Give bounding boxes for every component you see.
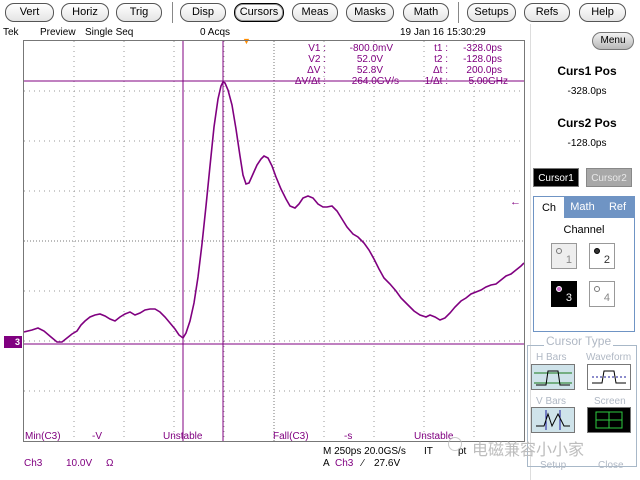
run-mode-label: Preview — [40, 27, 76, 38]
menu-separator — [458, 2, 459, 23]
menu-bar: Vert Horiz Trig Disp Cursors Meas Masks … — [0, 0, 640, 24]
t1-label: t1 : — [434, 43, 448, 54]
tab-ch[interactable]: Ch — [533, 196, 565, 218]
cursor1-button[interactable]: Cursor1 — [533, 168, 579, 187]
channel-2-indicator-icon — [594, 248, 600, 254]
dvdt-value: 264.0GV/s — [351, 76, 399, 87]
channel-2-button[interactable]: 2 — [589, 243, 615, 269]
dvdt-label: ΔV/Δt : — [294, 76, 326, 87]
dv-label: ΔV : — [307, 65, 326, 76]
inv-dt-value: 5.00GHz — [468, 76, 508, 87]
meas-min-state: Unstable — [163, 431, 203, 442]
menu-cursors[interactable]: Cursors — [234, 3, 284, 22]
v1-label: V1 : — [308, 43, 326, 54]
it-label: IT — [424, 446, 433, 457]
menu-separator — [172, 2, 173, 23]
trigger-level-arrow-icon: ← — [510, 196, 521, 208]
screen-button[interactable] — [587, 407, 631, 433]
ch3-ground-marker[interactable]: 3 — [4, 336, 22, 348]
curs2-pos-title: Curs2 Pos — [557, 116, 617, 130]
curs1-pos-value[interactable]: -328.0ps — [534, 86, 640, 97]
close-button[interactable]: Close — [598, 460, 624, 471]
t2-label: t2 : — [434, 54, 448, 65]
channel-label[interactable]: Ch3 — [24, 458, 42, 469]
channel-2-number: 2 — [603, 254, 610, 266]
waveform-display[interactable] — [23, 40, 525, 442]
trigger-level: 27.6V — [374, 458, 401, 469]
channel-4-indicator-icon — [594, 286, 600, 292]
cursor2-button[interactable]: Cursor2 — [586, 168, 632, 187]
channel-1-number: 1 — [565, 254, 572, 266]
acquisition-count: 0 Acqs — [200, 27, 231, 38]
trigger-slope-icon: ∕ — [362, 458, 364, 469]
menu-masks[interactable]: Masks — [346, 3, 394, 22]
menu-trig[interactable]: Trig — [116, 3, 162, 22]
waveform-button[interactable] — [587, 364, 631, 390]
tab-math[interactable]: Math — [565, 196, 600, 218]
date-time: 19 Jan 16 15:30:29 — [400, 27, 486, 38]
menu-setups[interactable]: Setups — [467, 3, 516, 22]
screen-label: Screen — [594, 396, 626, 407]
channel-3-number: 3 — [565, 292, 572, 304]
menu-help[interactable]: Help — [579, 3, 626, 22]
t1-value: -328.0ps — [463, 43, 502, 54]
impedance-icon: Ω — [106, 458, 114, 469]
wechat-logo-icon — [448, 437, 462, 451]
inv-dt-label: 1/Δt : — [424, 76, 448, 87]
menu-horiz[interactable]: Horiz — [61, 3, 109, 22]
menu-math[interactable]: Math — [403, 3, 449, 22]
acquisition-mode: Single Seq — [85, 27, 134, 38]
cursor-type-title: Cursor Type — [544, 334, 614, 348]
meas-fall-value: -s — [344, 431, 353, 442]
dv-value: 52.8V — [356, 65, 383, 76]
meas-min-label[interactable]: Min(C3) — [25, 431, 61, 442]
h-bars-icon — [534, 370, 572, 386]
channel-1-indicator-icon — [556, 248, 562, 254]
v-bars-button[interactable] — [531, 407, 575, 433]
menu-disp[interactable]: Disp — [180, 3, 226, 22]
waveform-label: Waveform — [586, 352, 632, 363]
v1-value: -800.0mV — [349, 43, 393, 54]
meas-min-value: -V — [92, 431, 102, 442]
v-bars-label: V Bars — [536, 396, 567, 407]
screen-cursor-icon — [595, 411, 623, 429]
meas-fall-label[interactable]: Fall(C3) — [273, 431, 309, 442]
h-bars-label: H Bars — [536, 352, 567, 363]
waveform-cursor-icon — [592, 370, 626, 384]
channel-3-indicator-icon — [556, 286, 562, 292]
channel-scale: 10.0V — [66, 458, 93, 469]
channel-4-number: 4 — [603, 292, 610, 304]
watermark-text: 电磁兼容小小家 — [472, 440, 585, 459]
curs1-pos-title: Curs1 Pos — [557, 64, 617, 78]
tab-ref[interactable]: Ref — [600, 196, 635, 218]
channel-1-button[interactable]: 1 — [551, 243, 577, 269]
graticule-svg — [24, 41, 524, 441]
trigger-source: Ch3 — [335, 458, 354, 469]
dt-value: 200.0ps — [466, 65, 502, 76]
channel-3-button[interactable]: 3 — [551, 281, 577, 307]
menu-refs[interactable]: Refs — [524, 3, 570, 22]
menu-vert[interactable]: Vert — [5, 3, 54, 22]
timebase-readout: M 250ps 20.0GS/s — [323, 446, 406, 457]
brand-label: Tek — [3, 27, 19, 38]
source-tabs: Ch Math Ref — [533, 196, 635, 218]
setup-button[interactable]: Setup — [540, 460, 566, 471]
channel-label-title: Channel — [563, 224, 605, 236]
trigger-mode: A — [323, 458, 330, 469]
v-bars-icon — [536, 410, 570, 430]
curs2-pos-value[interactable]: -128.0ps — [534, 138, 640, 149]
dt-label: Δt : — [432, 65, 448, 76]
menu-meas[interactable]: Meas — [292, 3, 338, 22]
channel-4-button[interactable]: 4 — [589, 281, 615, 307]
t2-value: -128.0ps — [463, 54, 502, 65]
v2-label: V2 : — [308, 54, 326, 65]
v2-value: 52.0V — [356, 54, 383, 65]
h-bars-button[interactable] — [531, 364, 575, 390]
menu-button[interactable]: Menu — [592, 32, 634, 50]
